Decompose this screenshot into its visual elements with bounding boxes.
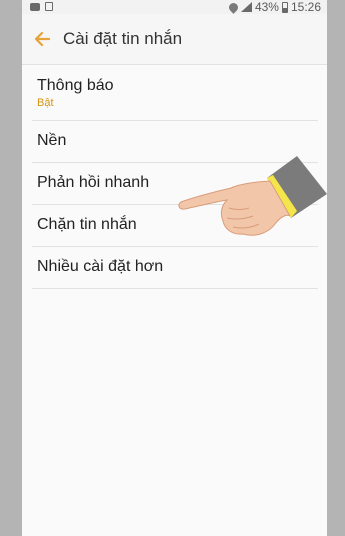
battery-icon	[281, 1, 288, 13]
wifi-icon	[227, 0, 240, 14]
page-title: Cài đặt tin nhắn	[63, 29, 183, 48]
phone-screen: 43% 15:26 Cài đặt tin nhắn Thông báo Bật…	[22, 0, 327, 536]
settings-item-label: Thông báo	[37, 77, 114, 94]
status-bar: 43% 15:26	[22, 0, 327, 14]
gallery-icon	[45, 2, 53, 11]
battery-percent: 43%	[254, 0, 279, 14]
settings-item-label: Nhiều cài đặt hơn	[37, 258, 164, 275]
notification-status: Bật	[37, 97, 54, 109]
arrow-left-icon	[34, 31, 51, 47]
settings-item-notifications[interactable]: Thông báo Bật	[32, 65, 318, 121]
settings-item-label: Phản hồi nhanh	[37, 174, 150, 191]
settings-item-label: Nền	[37, 132, 67, 149]
pointing-hand-icon	[178, 156, 327, 236]
signal-icon	[240, 2, 252, 12]
app-bar: Cài đặt tin nhắn	[22, 14, 327, 65]
status-right: 43% 15:26	[227, 0, 321, 14]
status-left-icons	[30, 2, 53, 11]
battery-fill	[282, 7, 287, 12]
status-time: 15:26	[290, 0, 321, 14]
settings-item-label: Chặn tin nhắn	[37, 216, 137, 233]
back-button[interactable]	[30, 26, 56, 52]
message-icon	[30, 2, 40, 11]
